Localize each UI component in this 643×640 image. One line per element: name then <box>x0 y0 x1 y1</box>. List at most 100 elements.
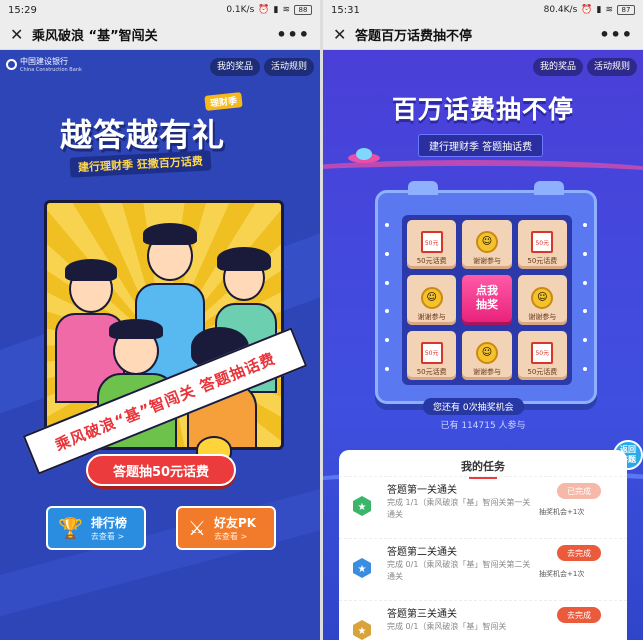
task-description: 完成 1/1（乘风破浪「基」智闯关第一关通关 <box>387 498 531 519</box>
participant-count: 已有 114715 人参与 <box>440 421 526 431</box>
leaderboard-title: 排行榜 <box>90 516 127 530</box>
subheadline: 建行理财季 答题抽话费 <box>418 134 544 157</box>
prize-cell: ☺ 谢谢参与 <box>517 275 567 325</box>
task-action-button[interactable]: 去完成 <box>557 545 601 561</box>
task-title: 答题第三关通关 <box>387 609 457 620</box>
my-prizes-button[interactable]: 我的奖品 <box>533 58 584 76</box>
svg-text:★: ★ <box>358 564 367 575</box>
bank-logo: 中国建设银行 China Construction Bank <box>6 56 82 73</box>
page-title: 乘风破浪 “基”智闯关 <box>32 29 158 44</box>
leaderboard-card[interactable]: 🏆 排行榜 去查看 > <box>46 506 146 550</box>
task-reward: 抽奖机会+1次 <box>539 570 585 578</box>
nav-bar: ✕ 答题百万话费抽不停 ••• <box>323 20 643 50</box>
draw-button[interactable]: 点我 抽奖 <box>462 275 512 325</box>
smile-face-icon: ☺ <box>475 231 498 254</box>
task-panel-title: 我的任务 <box>339 450 627 479</box>
status-bar: 15:31 80.4K/s ⏰ ▮ ≋ 87 <box>323 0 643 20</box>
lottery-machine: 50元 50元话费 ☺ 谢谢参与 50元 50元话费 ☺ 谢谢参与 点我 抽奖 ☺ 谢谢参与 50元 5… <box>375 181 597 404</box>
prize-cell: ☺ 谢谢参与 <box>462 220 512 270</box>
task-action-button[interactable]: 去完成 <box>557 607 601 623</box>
prize-label: 50元话费 <box>416 257 447 266</box>
close-icon[interactable]: ✕ <box>333 25 355 44</box>
signal-icon: ▮ <box>596 5 602 15</box>
status-time: 15:31 <box>331 4 360 16</box>
task-title: 答题第一关通关 <box>387 485 457 496</box>
task-badge-icon: ★ <box>353 496 371 516</box>
friend-pk-card[interactable]: ⚔ 好友PK 去查看 > <box>176 506 276 550</box>
network-speed: 0.1K/s <box>226 5 255 15</box>
battery-icon: 87 <box>617 5 635 15</box>
prize-label: 谢谢参与 <box>472 257 501 266</box>
prize-label: 50元话费 <box>416 367 447 376</box>
remaining-chances: 您还有 0次抽奖机会 <box>423 398 524 415</box>
rules-button[interactable]: 活动规则 <box>587 58 638 76</box>
task-row: ★ 答题第三关通关完成 0/1（乘风破浪「基」智闯关 去完成 <box>339 600 627 640</box>
phone-credit-ticket-icon: 50元 <box>531 341 554 364</box>
signal-icon: ▮ <box>273 5 279 15</box>
decor-wave <box>323 160 643 190</box>
headline: 越答越有礼 <box>60 116 226 154</box>
task-description: 完成 0/1（乘风破浪「基」智闯关第二关通关 <box>387 560 531 581</box>
smile-face-icon: ☺ <box>531 286 554 309</box>
alarm-icon: ⏰ <box>258 5 270 15</box>
network-speed: 80.4K/s <box>543 5 578 15</box>
status-time: 15:29 <box>8 4 37 16</box>
prize-cell: ☺ 谢谢参与 <box>407 275 457 325</box>
task-badge-icon: ★ <box>353 620 371 640</box>
prize-grid: 50元 50元话费 ☺ 谢谢参与 50元 50元话费 ☺ 谢谢参与 点我 抽奖 ☺ 谢谢参与 50元 5… <box>402 215 572 385</box>
draw-button-label: 点我 抽奖 <box>475 284 498 312</box>
task-title: 答题第二关通关 <box>387 547 457 558</box>
task-row: ★ 答题第二关通关完成 0/1（乘风破浪「基」智闯关第二关通关 去完成抽奖机会+1次 <box>339 538 627 598</box>
phone-credit-ticket-icon: 50元 <box>420 231 443 254</box>
alarm-icon: ⏰ <box>581 5 593 15</box>
my-prizes-button[interactable]: 我的奖品 <box>210 58 261 76</box>
status-indicators: 0.1K/s ⏰ ▮ ≋ 88 <box>226 5 312 15</box>
background-stripe <box>0 476 320 624</box>
left-screen: 15:29 0.1K/s ⏰ ▮ ≋ 88 ✕ 乘风破浪 “基”智闯关 ••• … <box>0 0 320 640</box>
friend-pk-link: 去查看 > <box>213 532 248 541</box>
trophy-icon: 🏆 <box>58 516 83 540</box>
battery-icon: 88 <box>294 5 312 15</box>
prize-cell: 50元 50元话费 <box>517 220 567 270</box>
more-menu-icon[interactable]: ••• <box>599 25 633 44</box>
task-reward: 抽奖机会+1次 <box>539 508 585 516</box>
headline: 百万话费抽不停 <box>391 95 574 124</box>
bank-name: 中国建设银行 <box>20 57 68 66</box>
status-indicators: 80.4K/s ⏰ ▮ ≋ 87 <box>544 5 635 15</box>
svg-text:★: ★ <box>358 502 367 513</box>
more-menu-icon[interactable]: ••• <box>276 25 310 44</box>
ccb-logo-icon <box>6 59 17 70</box>
close-icon[interactable]: ✕ <box>10 25 32 44</box>
prize-label: 谢谢参与 <box>472 367 501 376</box>
rules-button[interactable]: 活动规则 <box>264 58 315 76</box>
ufo-icon <box>348 148 380 163</box>
campaign-content: 中国建设银行 China Construction Bank 我的奖品 活动规则… <box>0 50 320 640</box>
friend-pk-title: 好友PK <box>213 516 257 530</box>
task-panel: 我的任务 ★ 答题第一关通关完成 1/1（乘风破浪「基」智闯关第一关通关 已完成抽奖… <box>339 450 627 640</box>
smile-face-icon: ☺ <box>420 286 443 309</box>
prize-cell: 50元 50元话费 <box>407 330 457 380</box>
task-action-button[interactable]: 已完成 <box>557 483 601 499</box>
prize-cell: 50元 50元话费 <box>517 330 567 380</box>
page-title: 答题百万话费抽不停 <box>355 29 473 44</box>
swords-icon: ⚔ <box>188 516 206 540</box>
lottery-content: 我的奖品 活动规则 百万话费抽不停 建行理财季 答题抽话费 50元 50元话费 ☺ 谢… <box>323 50 643 640</box>
svg-text:★: ★ <box>358 626 367 637</box>
task-badge-icon: ★ <box>353 558 371 578</box>
answer-quiz-button[interactable]: 答题抽50元话费 <box>86 454 236 486</box>
wifi-icon: ≋ <box>282 5 290 15</box>
phone-credit-ticket-icon: 50元 <box>420 341 443 364</box>
prize-label: 谢谢参与 <box>417 312 446 321</box>
prize-label: 谢谢参与 <box>528 312 557 321</box>
prize-label: 50元话费 <box>527 367 558 376</box>
smile-face-icon: ☺ <box>475 341 498 364</box>
prize-cell: ☺ 谢谢参与 <box>462 330 512 380</box>
task-row: ★ 答题第一关通关完成 1/1（乘风破浪「基」智闯关第一关通关 已完成抽奖机会+1次 <box>339 476 627 536</box>
right-screen: 15:31 80.4K/s ⏰ ▮ ≋ 87 ✕ 答题百万话费抽不停 ••• 我… <box>323 0 643 640</box>
prize-cell: 50元 50元话费 <box>407 220 457 270</box>
leaderboard-link: 去查看 > <box>90 532 125 541</box>
task-description: 完成 0/1（乘风破浪「基」智闯关 <box>387 622 507 631</box>
prize-label: 50元话费 <box>527 257 558 266</box>
bank-name-en: China Construction Bank <box>20 67 82 73</box>
season-tag: 理财季 <box>204 92 243 111</box>
